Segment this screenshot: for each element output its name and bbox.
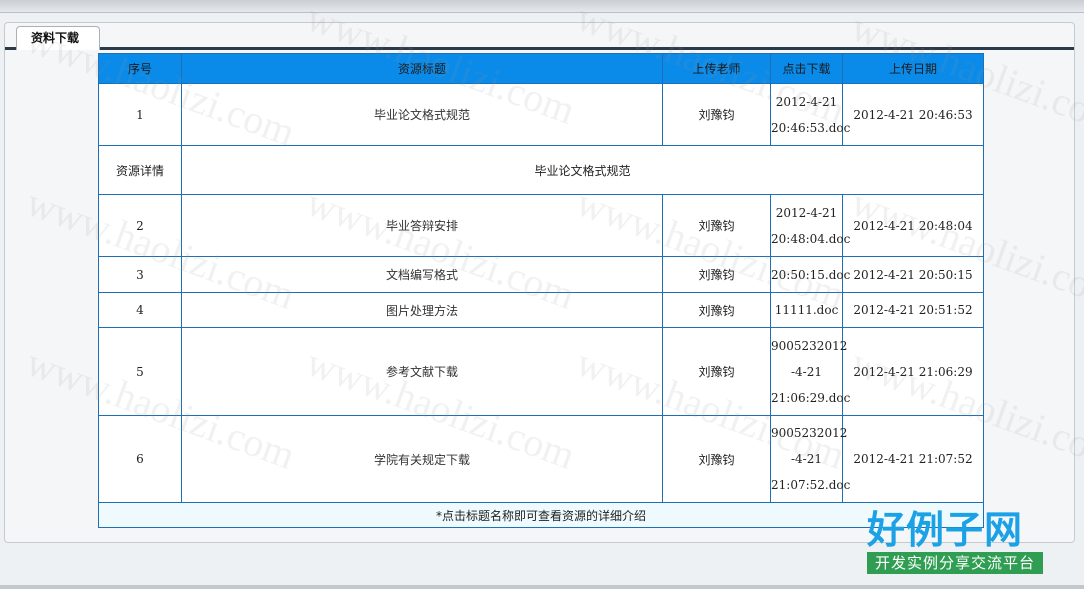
table-row: 4 图片处理方法 刘豫钧 11111.doc 2012-4-21 20:51:5… — [98, 292, 984, 328]
row-teacher: 刘豫钧 — [662, 292, 771, 328]
row-index: 2 — [98, 194, 182, 257]
site-logo: 好例子网 开发实例分享交流平台 — [867, 508, 1045, 580]
resource-title-link[interactable]: 文档编写格式 — [386, 268, 458, 282]
resource-table-container: 序号 资源标题 上传老师 点击下载 上传日期 1 毕业论文格式规范 刘豫钧 20… — [98, 53, 984, 528]
window-bottom-bar — [0, 585, 1084, 589]
download-link-part[interactable]: 9005232012 — [771, 426, 847, 440]
resource-table: 序号 资源标题 上传老师 点击下载 上传日期 1 毕业论文格式规范 刘豫钧 20… — [98, 53, 984, 528]
footer-note: *点击标题名称即可查看资源的详细介绍 — [98, 502, 984, 528]
download-link-part[interactable]: 9005232012 — [771, 339, 847, 353]
resource-title-link[interactable]: 参考文献下载 — [386, 365, 458, 379]
resource-title-link[interactable]: 学院有关规定下载 — [374, 453, 470, 467]
download-link-part[interactable]: 2012-4-21 — [776, 206, 838, 220]
download-link-part[interactable]: -4-21 — [791, 452, 822, 466]
row-title: 文档编写格式 — [181, 256, 663, 293]
logo-subtitle: 开发实例分享交流平台 — [867, 552, 1043, 574]
download-link-part[interactable]: 21:07:52.doc — [771, 478, 850, 492]
row-index: 1 — [98, 83, 182, 146]
tab-downloads[interactable]: 资料下载 — [16, 26, 100, 50]
row-index: 3 — [98, 256, 182, 293]
resource-title-link[interactable]: 图片处理方法 — [386, 304, 458, 318]
download-link-part[interactable]: -4-21 — [791, 365, 822, 379]
header-index: 序号 — [98, 53, 182, 84]
row-title: 学院有关规定下载 — [181, 415, 663, 503]
resource-title-link[interactable]: 毕业答辩安排 — [386, 219, 458, 233]
header-teacher: 上传老师 — [662, 53, 771, 84]
table-row: 3 文档编写格式 刘豫钧 20:50:15.doc 2012-4-21 20:5… — [98, 256, 984, 293]
window-top-bar — [0, 0, 1084, 13]
table-row: 1 毕业论文格式规范 刘豫钧 2012-4-21 20:46:53.doc 201… — [98, 83, 984, 146]
download-link-part[interactable]: 2012-4-21 — [776, 95, 838, 109]
logo-title: 好例子网 — [867, 507, 1024, 552]
row-index: 6 — [98, 415, 182, 503]
row-teacher: 刘豫钧 — [662, 327, 771, 416]
panel-divider — [5, 47, 1074, 50]
row-index: 4 — [98, 292, 182, 328]
row-teacher: 刘豫钧 — [662, 415, 771, 503]
row-date: 2012-4-21 21:06:29 — [842, 327, 984, 416]
download-link-part[interactable]: 21:06:29.doc — [771, 391, 850, 405]
row-download[interactable]: 2012-4-21 20:46:53.doc — [770, 83, 850, 146]
row-date: 2012-4-21 20:51:52 — [842, 292, 984, 328]
detail-value: 毕业论文格式规范 — [181, 145, 984, 195]
row-date: 2012-4-21 20:48:04 — [842, 194, 984, 257]
row-teacher: 刘豫钧 — [662, 194, 771, 257]
row-title: 参考文献下载 — [181, 327, 663, 416]
table-row: 2 毕业答辩安排 刘豫钧 2012-4-21 20:48:04.doc 2012-… — [98, 194, 984, 257]
header-title: 资源标题 — [181, 53, 663, 84]
row-download[interactable]: 11111.doc — [770, 292, 843, 328]
row-title: 毕业论文格式规范 — [181, 83, 663, 146]
row-date: 2012-4-21 20:50:15 — [842, 256, 984, 293]
row-date: 2012-4-21 20:46:53 — [842, 83, 984, 146]
row-title: 毕业答辩安排 — [181, 194, 663, 257]
row-download[interactable]: 20:50:15.doc — [770, 256, 850, 293]
download-link-part[interactable]: 20:50:15.doc — [771, 268, 850, 282]
row-index: 5 — [98, 327, 182, 416]
detail-label: 资源详情 — [98, 145, 182, 195]
row-teacher: 刘豫钧 — [662, 256, 771, 293]
row-download[interactable]: 9005232012 -4-21 21:06:29.doc — [770, 327, 850, 416]
table-row: 5 参考文献下载 刘豫钧 9005232012 -4-21 21:06:29.doc… — [98, 327, 984, 416]
row-download[interactable]: 2012-4-21 20:48:04.doc — [770, 194, 850, 257]
table-row: 6 学院有关规定下载 刘豫钧 9005232012 -4-21 21:07:52.d… — [98, 415, 984, 503]
header-download: 点击下载 — [770, 53, 843, 84]
download-link-part[interactable]: 20:46:53.doc — [771, 121, 850, 135]
header-date: 上传日期 — [842, 53, 984, 84]
resource-title-link[interactable]: 毕业论文格式规范 — [374, 108, 470, 122]
row-date: 2012-4-21 21:07:52 — [842, 415, 984, 503]
footer-row: *点击标题名称即可查看资源的详细介绍 — [98, 502, 984, 528]
row-title: 图片处理方法 — [181, 292, 663, 328]
row-download[interactable]: 9005232012 -4-21 21:07:52.doc — [770, 415, 850, 503]
table-header-row: 序号 资源标题 上传老师 点击下载 上传日期 — [98, 53, 984, 84]
download-link-part[interactable]: 20:48:04.doc — [771, 232, 850, 246]
download-link-part[interactable]: 11111.doc — [775, 303, 839, 317]
row-teacher: 刘豫钧 — [662, 83, 771, 146]
detail-row: 资源详情 毕业论文格式规范 — [98, 145, 984, 195]
